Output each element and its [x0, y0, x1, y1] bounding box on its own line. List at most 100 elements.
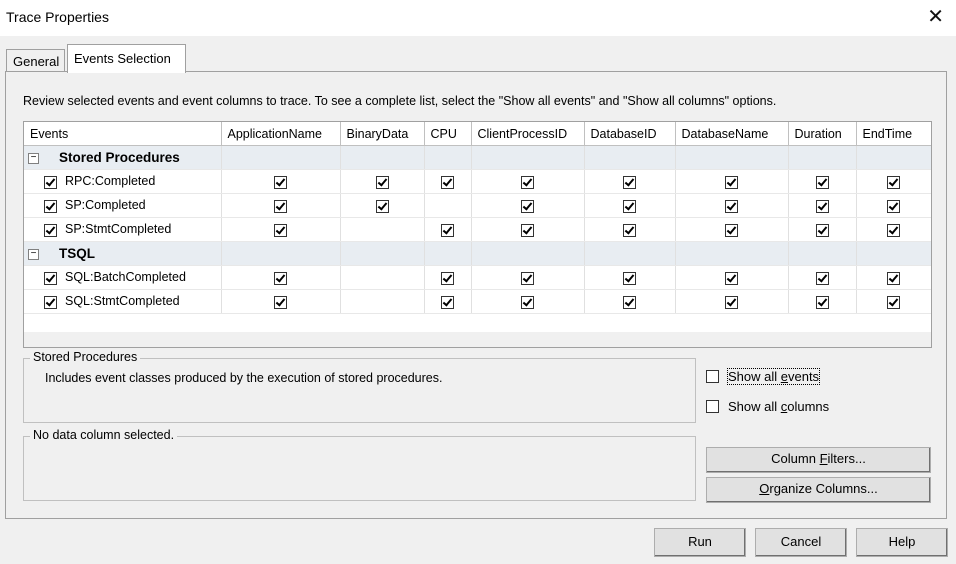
tab-general[interactable]: General [6, 49, 65, 72]
event-column-cell[interactable] [675, 265, 789, 290]
column-header[interactable]: ApplicationName [221, 122, 341, 146]
checkbox-icon[interactable] [623, 223, 636, 237]
checkbox-icon[interactable] [887, 295, 900, 309]
checkbox-icon[interactable] [521, 175, 534, 189]
checkbox-icon[interactable] [441, 175, 454, 189]
checkbox-icon[interactable] [441, 223, 454, 237]
event-column-cell[interactable] [788, 193, 857, 218]
column-header[interactable]: BinaryData [340, 122, 425, 146]
event-row[interactable]: SQL:BatchCompleted [24, 265, 931, 290]
checkbox-icon[interactable] [274, 271, 287, 285]
column-header[interactable]: EndTime [856, 122, 931, 146]
event-column-cell[interactable] [584, 193, 676, 218]
event-column-cell[interactable] [424, 193, 472, 218]
column-header[interactable]: CPU [424, 122, 472, 146]
event-column-cell[interactable] [675, 193, 789, 218]
event-row[interactable]: SQL:StmtCompleted [24, 289, 931, 314]
run-button[interactable]: Run [654, 528, 746, 557]
checkbox-icon[interactable] [887, 199, 900, 213]
event-column-cell[interactable] [221, 193, 341, 218]
checkbox-icon[interactable] [521, 271, 534, 285]
checkbox-icon[interactable] [887, 175, 900, 189]
checkbox-icon[interactable] [725, 175, 738, 189]
checkbox-icon[interactable] [274, 199, 287, 213]
column-header[interactable]: ClientProcessID [471, 122, 585, 146]
checkbox-icon[interactable] [274, 175, 287, 189]
checkbox-icon[interactable] [375, 175, 389, 189]
show-all-events-option[interactable]: Show all events [706, 368, 821, 385]
column-header[interactable]: Duration [788, 122, 857, 146]
checkbox-icon[interactable] [44, 295, 57, 309]
event-column-cell[interactable] [471, 265, 585, 290]
checkbox-icon[interactable] [815, 199, 829, 213]
event-column-cell[interactable] [340, 169, 425, 194]
checkbox-icon[interactable] [815, 175, 829, 189]
checkbox-icon[interactable] [623, 199, 636, 213]
checkbox-icon[interactable] [725, 295, 738, 309]
checkbox-icon[interactable] [725, 223, 738, 237]
show-all-columns-option[interactable]: Show all columns [706, 399, 829, 414]
event-column-cell[interactable] [675, 169, 789, 194]
event-column-cell[interactable] [424, 265, 472, 290]
event-column-cell[interactable] [424, 289, 472, 314]
checkbox-icon[interactable] [521, 295, 534, 309]
event-row[interactable]: SP:StmtCompleted [24, 217, 931, 242]
event-row[interactable]: SP:Completed [24, 193, 931, 218]
checkbox-icon[interactable] [375, 199, 389, 213]
event-column-cell[interactable] [221, 265, 341, 290]
collapse-icon[interactable]: − [28, 152, 39, 164]
help-button[interactable]: Help [856, 528, 948, 557]
checkbox-icon[interactable] [521, 223, 534, 237]
event-column-cell[interactable] [221, 169, 341, 194]
checkbox-icon[interactable] [441, 295, 454, 309]
checkbox-icon[interactable] [274, 223, 287, 237]
checkbox-icon[interactable] [623, 271, 636, 285]
event-column-cell[interactable] [424, 217, 472, 242]
checkbox-icon[interactable] [706, 370, 719, 383]
organize-columns-button[interactable]: Organize Columns... [706, 477, 931, 503]
event-column-cell[interactable] [471, 289, 585, 314]
checkbox-icon[interactable] [725, 199, 738, 213]
close-icon[interactable]: ✕ [927, 6, 944, 28]
cancel-button[interactable]: Cancel [755, 528, 847, 557]
tab-events-selection[interactable]: Events Selection [67, 44, 186, 73]
event-column-cell[interactable] [584, 265, 676, 290]
checkbox-icon[interactable] [623, 295, 636, 309]
event-column-cell[interactable] [584, 217, 676, 242]
checkbox-icon[interactable] [887, 271, 900, 285]
event-column-cell[interactable] [340, 193, 425, 218]
event-column-cell[interactable] [340, 265, 425, 290]
checkbox-icon[interactable] [887, 223, 900, 237]
column-header[interactable]: DatabaseName [675, 122, 789, 146]
event-column-cell[interactable] [340, 217, 425, 242]
event-column-cell[interactable] [675, 289, 789, 314]
event-column-cell[interactable] [584, 169, 676, 194]
checkbox-icon[interactable] [274, 295, 287, 309]
checkbox-icon[interactable] [815, 295, 829, 309]
event-column-cell[interactable] [788, 217, 857, 242]
event-column-cell[interactable] [221, 289, 341, 314]
event-column-cell[interactable] [856, 265, 931, 290]
event-column-cell[interactable] [221, 217, 341, 242]
event-column-cell[interactable] [788, 265, 857, 290]
event-column-cell[interactable] [788, 169, 857, 194]
event-column-cell[interactable] [856, 169, 931, 194]
event-column-cell[interactable] [856, 289, 931, 314]
checkbox-icon[interactable] [44, 271, 57, 285]
checkbox-icon[interactable] [623, 175, 636, 189]
checkbox-icon[interactable] [521, 199, 534, 213]
event-column-cell[interactable] [584, 289, 676, 314]
checkbox-icon[interactable] [44, 199, 57, 213]
checkbox-icon[interactable] [725, 271, 738, 285]
checkbox-icon[interactable] [441, 271, 454, 285]
category-row[interactable]: − TSQL [24, 241, 931, 266]
event-column-cell[interactable] [788, 289, 857, 314]
checkbox-icon[interactable] [44, 223, 57, 237]
event-row[interactable]: RPC:Completed [24, 169, 931, 194]
checkbox-icon[interactable] [815, 223, 829, 237]
event-column-cell[interactable] [471, 193, 585, 218]
checkbox-icon[interactable] [815, 271, 829, 285]
event-column-cell[interactable] [856, 217, 931, 242]
collapse-icon[interactable]: − [28, 248, 39, 260]
checkbox-icon[interactable] [44, 175, 57, 189]
